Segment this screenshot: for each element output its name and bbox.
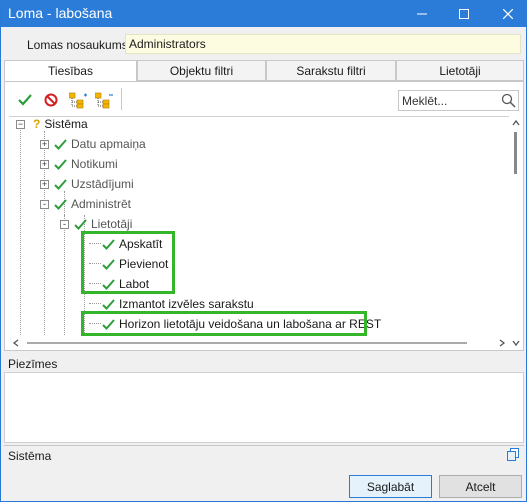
tree-line [20, 127, 21, 350]
highlight-box [81, 311, 367, 336]
check-icon[interactable] [16, 91, 34, 109]
scroll-up-icon[interactable] [511, 118, 521, 128]
permissions-panel: − ? Sistēma + Datu apmaiņa + Notikumi + … [4, 81, 524, 351]
scroll-left-icon[interactable] [11, 338, 21, 348]
horizontal-scrollbar[interactable] [9, 336, 509, 350]
expand-toggle[interactable]: + [40, 139, 49, 149]
highlight-box [81, 231, 175, 294]
search-icon[interactable] [501, 93, 516, 111]
tab-list-filters[interactable]: Sarakstu filtri [266, 60, 396, 81]
title-bar[interactable]: Loma - labošana [1, 1, 526, 27]
expand-all-icon[interactable] [69, 91, 87, 109]
tree-node-label: Uzstādījumi [71, 177, 134, 191]
expand-toggle[interactable]: + [40, 159, 49, 169]
tree-node-label: Datu apmaiņa [71, 137, 146, 151]
tree-node-label: Sistēma [44, 117, 88, 131]
close-button[interactable] [491, 1, 525, 27]
tree-line [89, 303, 101, 304]
tree-node-label: Lietotāji [91, 217, 133, 231]
maximize-button[interactable] [447, 1, 481, 27]
scrollbar-thumb[interactable] [27, 342, 467, 344]
deny-icon[interactable] [42, 91, 60, 109]
search-input[interactable] [402, 93, 494, 108]
tree-node-events[interactable]: + Notikumi [40, 154, 118, 174]
cancel-button[interactable]: Atcelt [439, 475, 522, 498]
tree-node-settings[interactable]: + Uzstādījumi [40, 174, 134, 194]
notes-label: Piezīmes [8, 357, 58, 371]
tree-node-label: Administrēt [71, 197, 132, 211]
check-icon [102, 298, 115, 310]
tab-strip: Tiesības Objektu filtri Sarakstu filtri … [4, 60, 524, 82]
vertical-scrollbar[interactable] [509, 116, 523, 350]
collapse-toggle[interactable]: − [16, 119, 25, 129]
minimize-icon [417, 13, 427, 15]
tab-users[interactable]: Lietotāji [396, 60, 524, 81]
role-edit-window: Loma - labošana Lomas nosaukums: Adminis… [0, 0, 527, 502]
notes-field[interactable] [4, 372, 524, 443]
role-name-row: Lomas nosaukums: Administrators [1, 31, 526, 57]
close-icon [503, 9, 513, 19]
search-box[interactable] [398, 90, 519, 111]
tree-line [64, 215, 65, 350]
permissions-tree[interactable]: − ? Sistēma + Datu apmaiņa + Notikumi + … [9, 116, 509, 350]
minimize-button[interactable] [405, 1, 439, 27]
scroll-down-icon[interactable] [511, 338, 521, 348]
maximize-icon [459, 9, 469, 19]
scroll-right-icon[interactable] [497, 338, 507, 348]
tree-node-data-exchange[interactable]: + Datu apmaiņa [40, 134, 146, 154]
question-icon: ? [33, 117, 41, 131]
tree-node-label: Izmantot izvēles sarakstu [119, 297, 254, 311]
role-name-label: Lomas nosaukums: [27, 38, 132, 52]
tree-node-root[interactable]: − ? Sistēma [16, 117, 88, 134]
permissions-toolbar [5, 82, 523, 116]
check-icon [54, 198, 67, 210]
status-bar: Sistēma [4, 445, 524, 464]
tree-node-label: Notikumi [71, 157, 118, 171]
scrollbar-thumb[interactable] [514, 132, 517, 174]
collapse-toggle[interactable]: - [40, 199, 49, 209]
save-button[interactable]: Saglabāt [349, 475, 432, 498]
status-text: Sistēma [8, 449, 52, 463]
collapse-all-icon[interactable] [95, 91, 113, 109]
role-name-input[interactable]: Administrators [125, 34, 521, 54]
tree-node-administer[interactable]: - Administrēt [40, 194, 131, 214]
check-icon [54, 178, 67, 190]
window-title: Loma - labošana [8, 5, 113, 21]
collapse-toggle[interactable]: - [60, 219, 69, 229]
expand-toggle[interactable]: + [40, 179, 49, 189]
tab-object-filters[interactable]: Objektu filtri [137, 60, 266, 81]
tab-permissions[interactable]: Tiesības [4, 60, 137, 82]
check-icon [54, 158, 67, 170]
copy-icon[interactable] [507, 448, 520, 464]
toolbar-separator [121, 88, 122, 110]
check-icon [74, 218, 87, 230]
check-icon [54, 138, 67, 150]
